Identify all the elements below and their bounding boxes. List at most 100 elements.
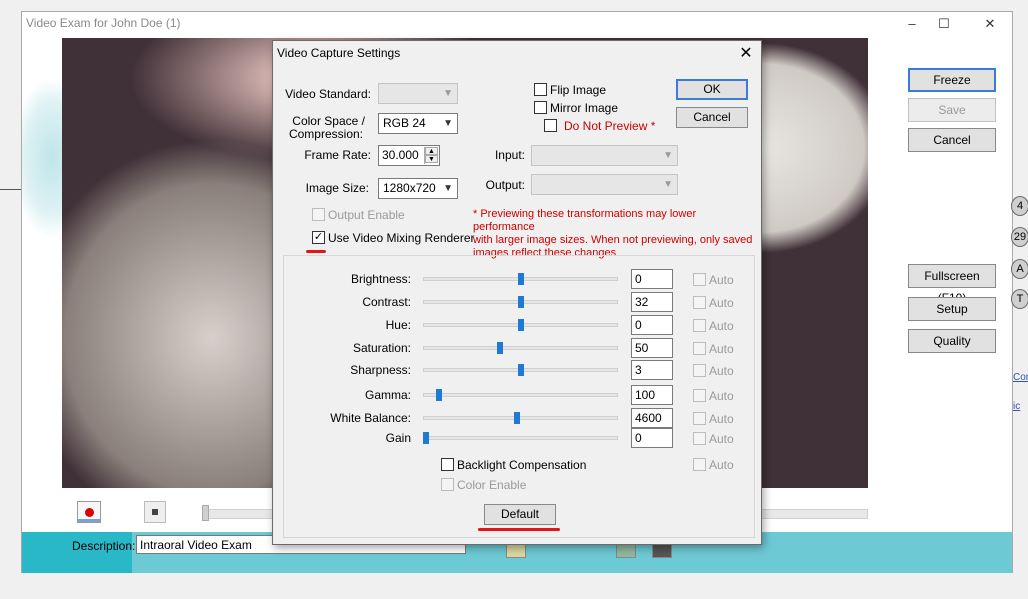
window-title: Video Exam for John Doe (1) <box>26 16 181 30</box>
tooth-badge[interactable]: 29 <box>1011 227 1028 247</box>
maximize-icon[interactable]: ☐ <box>934 16 954 32</box>
default-button[interactable]: Default <box>484 504 556 525</box>
slider-thumb[interactable] <box>518 364 524 376</box>
tooth-badge[interactable]: A <box>1011 259 1028 279</box>
slider-value-input[interactable]: 3 <box>631 360 673 380</box>
decorative-background <box>22 38 62 488</box>
input-label: Input: <box>494 148 525 162</box>
auto-checkbox[interactable] <box>693 364 706 377</box>
edge-link[interactable]: ic <box>1013 401 1020 412</box>
save-button[interactable]: Save <box>908 98 996 122</box>
slider-track[interactable] <box>423 393 618 397</box>
slider-value-input[interactable]: 32 <box>631 292 673 312</box>
slider-value-input[interactable]: 4600 <box>631 408 673 428</box>
slider-thumb[interactable] <box>514 412 520 424</box>
slider-value-input[interactable]: 50 <box>631 338 673 358</box>
slider-label: Gamma: <box>364 388 411 402</box>
image-size-select[interactable]: 1280x720 ▼ <box>378 178 458 199</box>
color-space-label-line2: Compression: <box>288 127 363 141</box>
flip-image-label: Flip Image <box>550 83 607 97</box>
slider-value-input[interactable]: 0 <box>631 269 673 289</box>
chevron-down-icon: ▼ <box>663 150 673 161</box>
auto-label: Auto <box>709 432 734 446</box>
frame-rate-label: Frame Rate: <box>304 148 371 162</box>
freeze-button[interactable]: Freeze <box>908 68 996 92</box>
image-size-value: 1280x720 <box>383 181 436 195</box>
frame-rate-spinner[interactable]: 30.000 ▲ ▼ <box>378 145 440 166</box>
output-label: Output: <box>485 178 525 192</box>
chevron-down-icon: ▼ <box>443 118 453 129</box>
auto-checkbox[interactable] <box>693 389 706 402</box>
setup-button[interactable]: Setup <box>908 297 996 321</box>
slider-track[interactable] <box>423 416 618 420</box>
color-space-value: RGB 24 <box>383 116 426 130</box>
slider-thumb[interactable] <box>518 319 524 331</box>
tooth-badge[interactable]: 4 <box>1011 196 1028 216</box>
color-space-label-line1: Color Space / <box>292 114 365 128</box>
slider-label: Brightness: <box>350 272 411 286</box>
slider-thumb[interactable] <box>518 296 524 308</box>
input-select[interactable]: ▼ <box>531 145 678 166</box>
edge-link[interactable]: Cor <box>1013 372 1028 383</box>
slider-value-input[interactable]: 0 <box>631 315 673 335</box>
auto-checkbox[interactable] <box>693 273 706 286</box>
slider-thumb[interactable] <box>436 389 442 401</box>
cancel-button[interactable]: Cancel <box>676 107 748 128</box>
color-enable-checkbox[interactable] <box>441 478 454 491</box>
slider-value-input[interactable]: 0 <box>631 428 673 448</box>
ok-button[interactable]: OK <box>676 79 748 100</box>
backlight-auto-checkbox[interactable] <box>693 458 706 471</box>
auto-label: Auto <box>709 296 734 310</box>
auto-label: Auto <box>709 389 734 403</box>
arrow-up-icon[interactable]: ▲ <box>425 147 438 155</box>
minimize-icon[interactable]: ‒ <box>902 16 922 31</box>
backlight-compensation-checkbox[interactable] <box>441 458 454 471</box>
color-space-select[interactable]: RGB 24 ▼ <box>378 113 458 134</box>
slider-track[interactable] <box>423 346 618 350</box>
slider-thumb[interactable] <box>518 273 524 285</box>
auto-checkbox[interactable] <box>693 296 706 309</box>
use-vmr-checkbox[interactable]: ✓ <box>312 231 325 244</box>
auto-checkbox[interactable] <box>693 342 706 355</box>
output-select[interactable]: ▼ <box>531 174 678 195</box>
spinner-buttons[interactable]: ▲ ▼ <box>424 147 438 164</box>
slider-value-input[interactable]: 100 <box>631 385 673 405</box>
frame-rate-value: 30.000 <box>382 148 419 162</box>
slider-label: Saturation: <box>352 341 411 355</box>
color-enable-label: Color Enable <box>457 478 527 492</box>
close-icon[interactable]: ✕ <box>980 16 1000 32</box>
cancel-button[interactable]: Cancel <box>908 128 996 152</box>
auto-label: Auto <box>709 319 734 333</box>
camera-icon[interactable] <box>616 543 636 558</box>
flip-image-checkbox[interactable] <box>534 83 547 96</box>
tooth-badge[interactable]: T <box>1011 289 1028 309</box>
fullscreen-button[interactable]: Fullscreen (F10) <box>908 264 996 305</box>
playback-thumb[interactable] <box>202 505 209 521</box>
arrow-down-icon[interactable]: ▼ <box>425 155 438 163</box>
output-enable-checkbox[interactable] <box>312 208 325 221</box>
dialog-close-icon[interactable]: ✕ <box>736 43 756 63</box>
auto-checkbox[interactable] <box>693 319 706 332</box>
chevron-down-icon: ▼ <box>663 179 673 190</box>
record-button[interactable] <box>77 501 101 523</box>
auto-label: Auto <box>709 412 734 426</box>
slider-track[interactable] <box>423 436 618 440</box>
mirror-image-checkbox[interactable] <box>534 101 547 114</box>
chevron-down-icon: ▼ <box>443 88 453 99</box>
slider-thumb[interactable] <box>497 342 503 354</box>
auto-checkbox[interactable] <box>693 412 706 425</box>
image-size-label: Image Size: <box>305 181 369 195</box>
dialog-title: Video Capture Settings <box>277 46 401 60</box>
printer-icon[interactable] <box>652 543 672 558</box>
chevron-down-icon: ▼ <box>443 183 453 194</box>
notes-icon[interactable] <box>506 543 526 558</box>
stop-button[interactable] <box>144 501 166 523</box>
video-standard-select[interactable]: ▼ <box>378 83 458 104</box>
do-not-preview-checkbox[interactable] <box>544 119 557 132</box>
warning-line: * Previewing these transformations may l… <box>473 208 697 233</box>
slider-thumb[interactable] <box>423 432 429 444</box>
backlight-compensation-label: Backlight Compensation <box>457 458 587 472</box>
auto-checkbox[interactable] <box>693 432 706 445</box>
output-enable-label: Output Enable <box>328 208 405 222</box>
quality-button[interactable]: Quality <box>908 329 996 353</box>
